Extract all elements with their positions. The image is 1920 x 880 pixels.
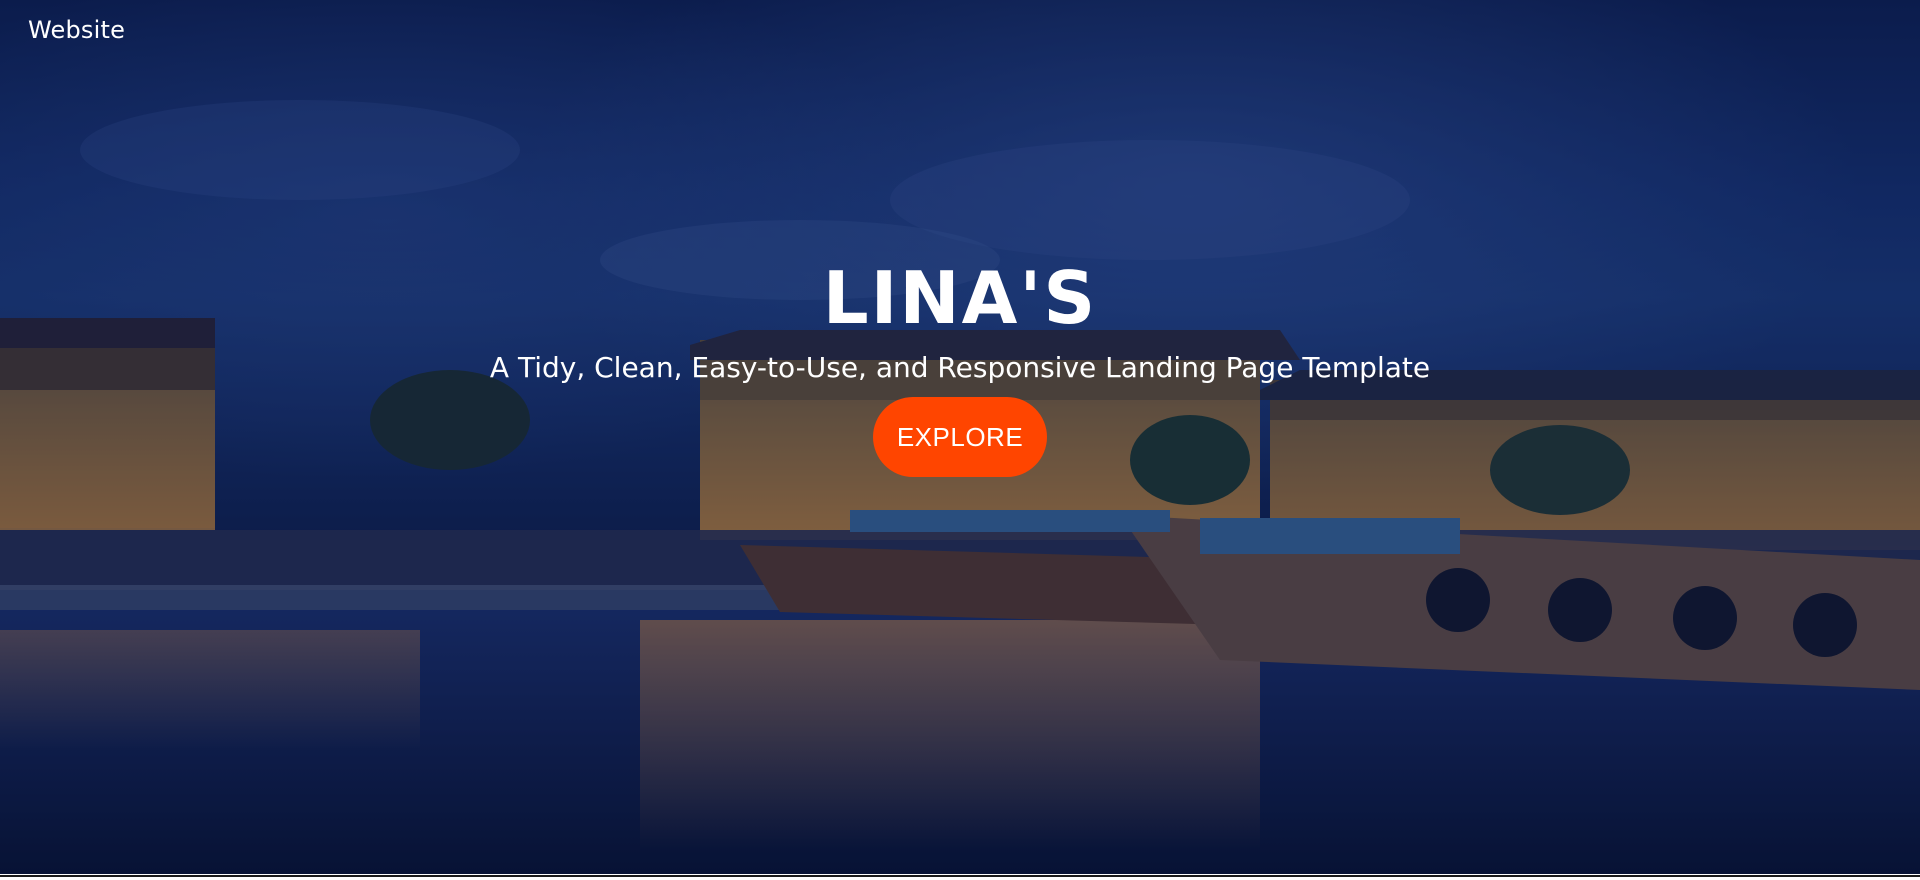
site-brand-link[interactable]: Website: [28, 16, 125, 44]
hero-title: LINA'S: [822, 256, 1098, 340]
hero-section: Website LINA'S A Tidy, Clean, Easy-to-Us…: [0, 0, 1920, 874]
hero-subtitle: A Tidy, Clean, Easy-to-Use, and Responsi…: [489, 351, 1431, 384]
page-bottom-divider: [0, 875, 1920, 877]
explore-button[interactable]: EXPLORE: [873, 397, 1047, 477]
